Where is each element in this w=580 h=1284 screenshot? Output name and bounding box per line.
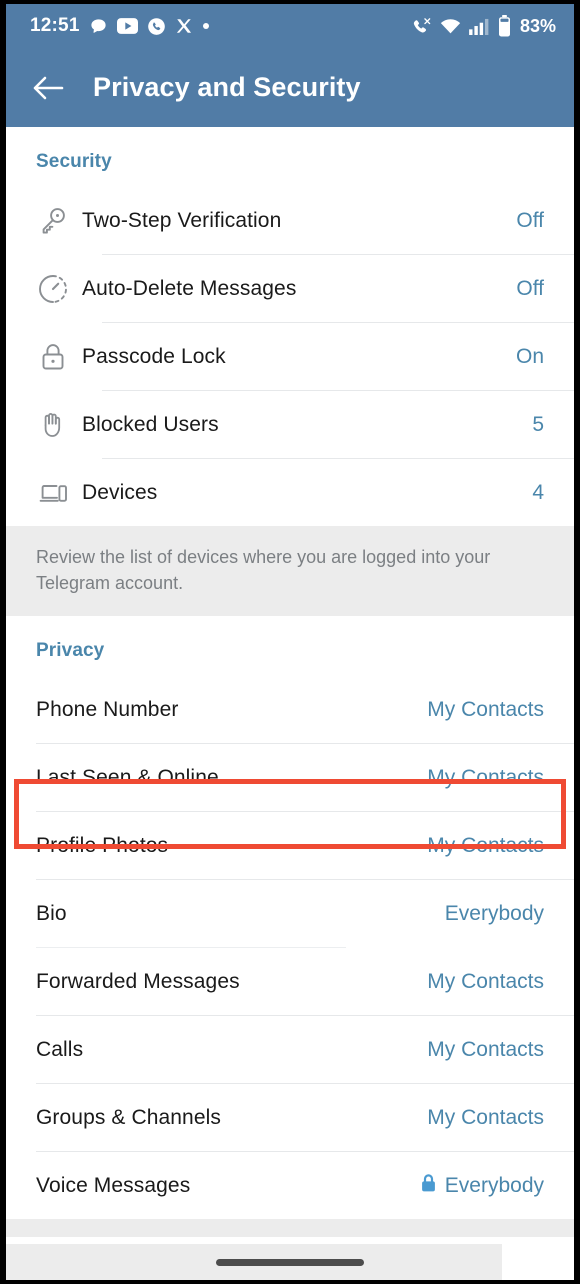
devices-icon — [36, 476, 82, 510]
row-label: Calls — [36, 1037, 84, 1061]
status-bar: 12:51 83% — [6, 4, 574, 48]
row-value: Everybody — [444, 901, 544, 925]
row-voice-messages[interactable]: Voice Messages Everybody — [6, 1152, 574, 1220]
row-last-seen-online[interactable]: Last Seen & Online My Contacts — [6, 744, 574, 812]
screen: 12:51 83% Privacy and Security Security … — [6, 4, 574, 1280]
battery-percent-label: 83% — [519, 15, 556, 36]
arrow-left-icon — [32, 74, 64, 102]
row-blocked-users[interactable]: Blocked Users 5 — [6, 391, 574, 458]
row-value: 5 — [532, 412, 544, 436]
call-mute-icon — [411, 17, 432, 36]
row-value: My Contacts — [427, 833, 544, 857]
section-gap — [6, 1219, 574, 1238]
youtube-icon — [116, 18, 138, 34]
status-bar-right: 83% — [411, 15, 556, 37]
row-label: Passcode Lock — [82, 344, 226, 368]
row-devices[interactable]: Devices 4 — [6, 459, 574, 526]
cellular-signal-icon — [469, 18, 490, 35]
row-label: Two-Step Verification — [82, 208, 282, 232]
wifi-icon — [440, 18, 461, 35]
row-value-wrap: Everybody — [420, 1173, 544, 1199]
row-value: Everybody — [444, 1173, 544, 1197]
row-label: Forwarded Messages — [36, 969, 240, 993]
status-bar-left: 12:51 — [30, 15, 411, 37]
home-indicator[interactable] — [216, 1258, 364, 1266]
hand-icon — [36, 408, 82, 442]
lock-icon — [36, 340, 82, 374]
row-value: On — [515, 344, 544, 368]
timer-icon — [36, 272, 82, 306]
row-auto-delete-messages[interactable]: Auto-Delete Messages Off — [6, 255, 574, 322]
row-label: Blocked Users — [82, 412, 219, 436]
row-label: Last Seen & Online — [36, 765, 219, 789]
row-label: Bio — [36, 901, 67, 925]
row-label: Devices — [82, 480, 158, 504]
row-label: Phone Number — [36, 697, 179, 721]
phone-frame: 12:51 83% Privacy and Security Security … — [0, 0, 580, 1284]
row-calls[interactable]: Calls My Contacts — [6, 1016, 574, 1084]
row-phone-number[interactable]: Phone Number My Contacts — [6, 676, 574, 744]
settings-content: Security Two-Step Verification Off Auto-… — [6, 127, 574, 1280]
premium-lock-icon — [420, 1173, 437, 1199]
status-bar-clock: 12:51 — [30, 15, 80, 36]
row-value: Off — [516, 276, 544, 300]
row-label: Auto-Delete Messages — [82, 276, 297, 300]
nav-bar-filler — [502, 1244, 574, 1280]
app-bar: Privacy and Security — [6, 48, 574, 127]
row-forwarded-messages[interactable]: Forwarded Messages My Contacts — [6, 948, 574, 1016]
battery-icon — [498, 15, 511, 37]
row-profile-photos[interactable]: Profile Photos My Contacts — [6, 812, 574, 880]
row-value: My Contacts — [427, 1105, 544, 1129]
row-value: My Contacts — [427, 765, 544, 789]
section-header-privacy: Privacy — [36, 640, 105, 662]
row-bio[interactable]: Bio Everybody — [6, 880, 574, 948]
row-two-step-verification[interactable]: Two-Step Verification Off — [6, 187, 574, 254]
row-label: Profile Photos — [36, 833, 169, 857]
message-icon — [89, 17, 108, 36]
row-value: 4 — [532, 480, 544, 504]
more-dot-icon — [202, 22, 210, 30]
row-groups-and-channels[interactable]: Groups & Channels My Contacts — [6, 1084, 574, 1152]
row-passcode-lock[interactable]: Passcode Lock On — [6, 323, 574, 390]
row-value: My Contacts — [427, 969, 544, 993]
row-value: My Contacts — [427, 697, 544, 721]
page-title: Privacy and Security — [93, 72, 361, 102]
system-navigation-bar — [6, 1244, 574, 1280]
devices-footnote: Review the list of devices where you are… — [6, 526, 574, 617]
row-value: Off — [516, 208, 544, 232]
row-label: Groups & Channels — [36, 1105, 221, 1129]
x-twitter-icon — [175, 17, 193, 35]
section-header-security: Security — [36, 151, 112, 172]
row-value: My Contacts — [427, 1037, 544, 1061]
key-icon — [36, 204, 82, 238]
back-button[interactable] — [26, 66, 70, 110]
row-label: Voice Messages — [36, 1173, 191, 1197]
phone-circle-icon — [147, 17, 166, 36]
